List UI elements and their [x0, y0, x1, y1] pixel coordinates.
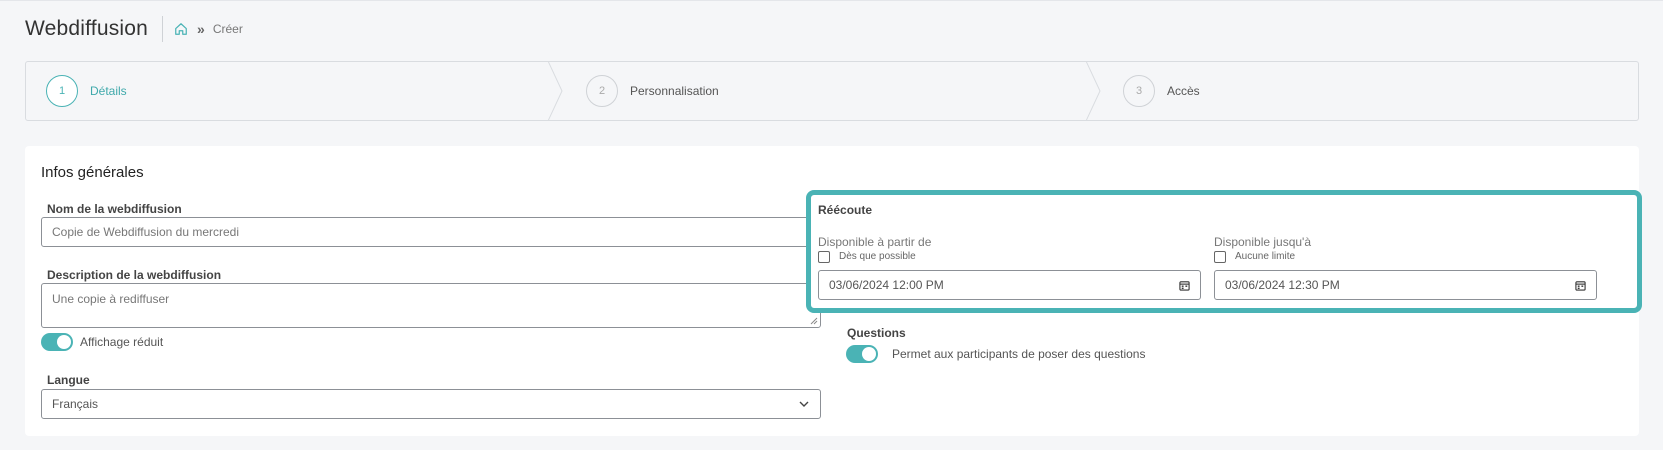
- section-title: Infos générales: [41, 164, 144, 181]
- no-limit-checkbox-label: Aucune limite: [1235, 251, 1296, 262]
- step-number: 1: [46, 75, 78, 107]
- breadcrumb-current: Créer: [212, 22, 243, 36]
- header-divider: [162, 16, 164, 42]
- no-limit-checkbox[interactable]: [1214, 251, 1226, 263]
- available-until-value: 03/06/2024 12:30 PM: [1225, 278, 1340, 292]
- reduced-display-label: Affichage réduit: [80, 335, 164, 349]
- page-title: Webdiffusion: [25, 17, 149, 40]
- step-number: 3: [1123, 75, 1155, 107]
- replay-title: Réécoute: [818, 203, 873, 217]
- questions-title: Questions: [847, 326, 906, 340]
- step-personnalisation[interactable]: 2 Personnalisation: [586, 62, 719, 120]
- step-number: 2: [586, 75, 618, 107]
- name-label: Nom de la webdiffusion: [47, 202, 182, 216]
- available-from-input[interactable]: 03/06/2024 12:00 PM: [818, 270, 1201, 300]
- language-value: Français: [52, 397, 99, 411]
- home-icon[interactable]: [173, 21, 189, 37]
- step-divider-chevron: [1086, 61, 1101, 121]
- chevron-down-icon: [799, 401, 809, 407]
- asap-checkbox[interactable]: [818, 251, 830, 263]
- available-from-value: 03/06/2024 12:00 PM: [829, 278, 944, 292]
- stepper: 1 Détails 2 Personnalisation 3 Accès: [25, 61, 1639, 121]
- webcast-name-input[interactable]: Copie de Webdiffusion du mercredi: [41, 217, 821, 247]
- step-label: Personnalisation: [630, 84, 719, 98]
- replay-section: Réécoute Disponible à partir de Dès que …: [806, 190, 1642, 313]
- resize-grip-icon[interactable]: [810, 317, 818, 325]
- breadcrumb-separator: »: [197, 21, 205, 37]
- step-label: Détails: [90, 84, 127, 98]
- description-text: Une copie à rediffuser: [52, 292, 170, 306]
- available-until-input[interactable]: 03/06/2024 12:30 PM: [1214, 270, 1597, 300]
- available-until-label: Disponible jusqu'à: [1214, 235, 1312, 249]
- calendar-icon[interactable]: [1575, 280, 1586, 291]
- language-select[interactable]: Français: [41, 389, 821, 419]
- step-details[interactable]: 1 Détails: [46, 62, 127, 120]
- step-label: Accès: [1167, 84, 1200, 98]
- webcast-description-textarea[interactable]: Une copie à rediffuser: [41, 283, 821, 328]
- language-label: Langue: [47, 373, 90, 387]
- toggle-knob: [57, 335, 71, 349]
- questions-toggle-label: Permet aux participants de poser des que…: [892, 347, 1146, 361]
- questions-toggle[interactable]: [846, 345, 878, 363]
- top-divider: [0, 0, 1663, 1]
- toggle-knob: [862, 347, 876, 361]
- calendar-icon[interactable]: [1179, 280, 1190, 291]
- step-divider-chevron: [548, 61, 563, 121]
- available-from-label: Disponible à partir de: [818, 235, 932, 249]
- page-header: Webdiffusion » Créer: [25, 14, 243, 44]
- step-acces[interactable]: 3 Accès: [1123, 62, 1200, 120]
- description-label: Description de la webdiffusion: [47, 268, 222, 282]
- asap-checkbox-label: Dès que possible: [839, 251, 916, 262]
- reduced-display-toggle[interactable]: [41, 333, 73, 351]
